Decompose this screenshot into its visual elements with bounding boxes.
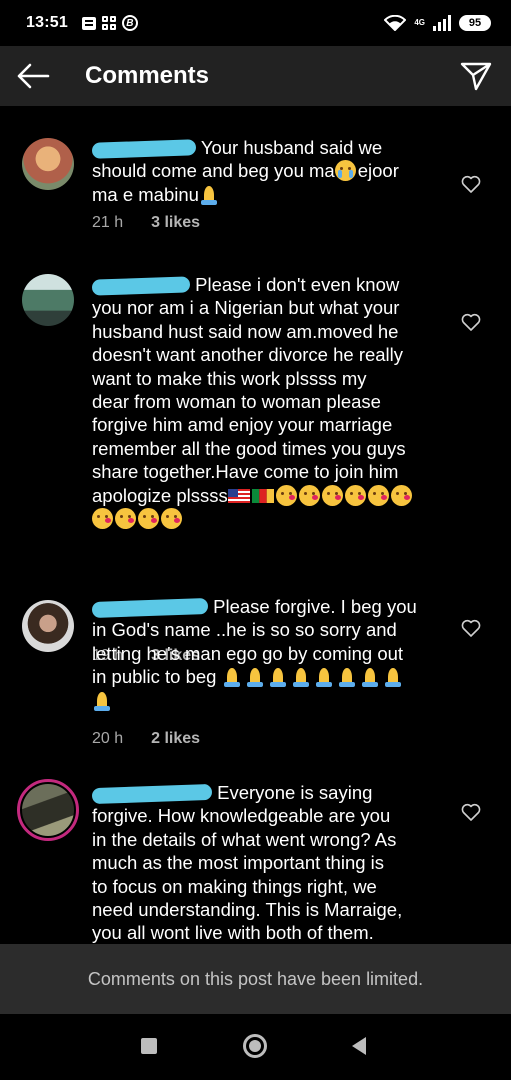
home-icon[interactable] [243,1034,267,1058]
kiss-face-icon [161,508,182,530]
redacted-username [91,784,213,805]
battery-icon: 95 [459,15,491,31]
kiss-face-icon [321,484,343,506]
kiss-face-icon [92,508,113,530]
comment-time: 21 h [92,214,124,231]
comment-line: you all wont live with both of them. [92,922,374,944]
kiss-face-icon [344,484,366,506]
comment-line: Please i don't even know [195,274,400,295]
us-flag-icon [227,488,250,503]
back-arrow-icon[interactable] [16,61,50,91]
heart-icon[interactable] [460,312,482,332]
kiss-face-icon [390,484,412,506]
comment-likes[interactable]: 2 likes [151,730,200,748]
message-icon [81,16,96,30]
recent-apps-icon[interactable] [141,1038,157,1054]
comment-line: letting he's man ego go by coming out [92,642,404,664]
comment-line: ma e mabinu [92,183,199,205]
kiss-face-icon [367,484,389,506]
comment-line: ejoor [357,160,399,182]
comment-line: forgive him amd enjoy your marriage [92,414,393,436]
comment-line: much as the most important thing is [92,852,385,874]
comment-line: to focus on making things right, we [92,875,377,897]
grid-icon [101,16,116,30]
comment-line: should come and beg you ma [92,160,335,182]
heart-icon[interactable] [460,802,482,822]
comment-line: remember all the good times you guys [92,437,406,459]
praying-hands-icon [360,667,380,688]
network-type: 4G [414,18,425,27]
kiss-face-icon [115,508,136,530]
comment-time: 20 h [92,730,124,747]
comment-line: share together.Have come to join him [92,461,399,483]
praying-hands-icon [268,667,288,688]
avatar[interactable] [22,784,74,836]
status-time: 13:51 [26,14,68,31]
comment-meta: 20 h 2 likes [92,730,200,748]
comment-line: need understanding. This is Marraige, [92,899,403,921]
comment-likes[interactable]: 3 likes [151,214,200,232]
send-icon[interactable] [459,59,493,93]
praying-hands-icon [245,667,265,688]
comment-text: Your husband said we should come and beg… [91,136,452,206]
avatar[interactable] [22,600,74,652]
signal-icon [433,15,451,31]
praying-hands-icon [337,667,357,688]
crying-face-icon [334,160,356,182]
heart-icon[interactable] [460,618,482,638]
comment-text: Everyone is saying forgive. How knowledg… [91,781,452,944]
avatar[interactable] [22,138,74,190]
wifi-icon [384,15,407,31]
kiss-face-icon [275,484,297,506]
status-bar: 13:51 B 4G 95 [0,0,511,46]
comment-line: apologize plssss [92,484,228,506]
comment-line: Your husband said we [200,137,383,158]
comment-text: Please forgive. I beg you in God's name … [91,595,452,712]
comment-line: want to make this work plssss my [92,367,367,389]
comment-line: Please forgive. I beg you [213,596,417,617]
comment-line: in God's name ..he is so so sorry and [92,619,397,641]
comment-text: Please i don't even know you nor am i a … [91,273,452,530]
b-icon: B [121,15,138,31]
redacted-username [91,276,191,296]
comment-meta: 21 h 3 likes [92,214,200,232]
comment-line: Everyone is saying [217,782,373,803]
comment-line: in public to beg [92,666,217,688]
cameroon-flag-icon [251,488,274,503]
comment-line: in the details of what went wrong? As [92,828,397,850]
redacted-username [91,139,197,159]
nav-back-icon[interactable] [352,1037,366,1055]
kiss-face-icon [138,508,159,530]
comments-limited-banner: Comments on this post have been limited. [0,944,511,1014]
page-title: Comments [85,62,210,89]
comment-line: dear from woman to woman please [92,391,381,413]
praying-hands-icon [314,667,334,688]
comment-line: husband hust said now am.moved he [92,320,399,342]
praying-hands-icon [92,691,112,711]
praying-hands-icon [383,667,403,688]
praying-hands-icon [291,667,311,688]
redacted-username [91,598,209,619]
kiss-face-icon [298,484,320,506]
heart-icon[interactable] [460,174,482,194]
praying-hands-icon [222,667,242,688]
praying-hands-icon [199,185,219,205]
comment-line: doesn't want another divorce he really [92,344,404,366]
comment-list[interactable]: Your husband said we should come and beg… [0,106,511,944]
system-nav-bar [0,1014,511,1080]
header: Comments [0,46,511,106]
comment-line: forgive. How knowledgeable are you [92,805,391,827]
comment-line: you nor am i a Nigerian but what your [92,297,400,319]
avatar[interactable] [22,274,74,326]
